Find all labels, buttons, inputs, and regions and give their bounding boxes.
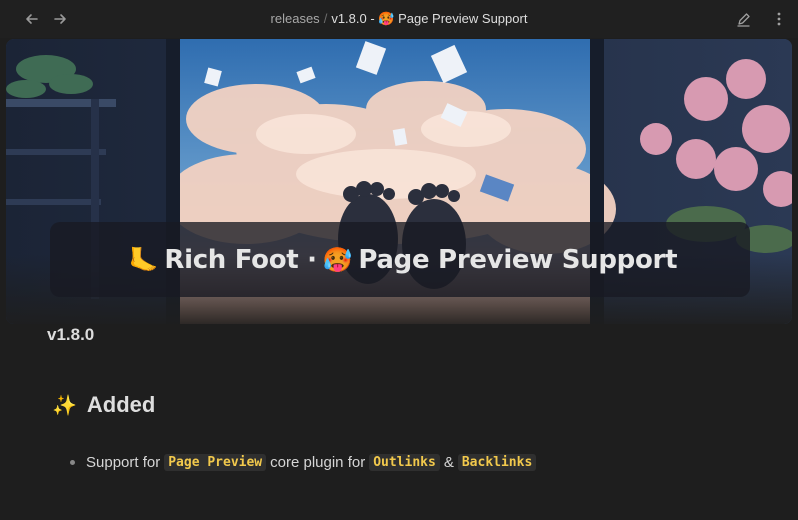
list-text-3: & [443, 454, 454, 471]
added-heading: ✨ Added [52, 392, 155, 418]
bullet-dot [70, 460, 75, 465]
breadcrumb-parent[interactable]: releases [271, 11, 320, 26]
banner-title-part2: Page Preview Support [358, 244, 678, 275]
banner-title-box: 🦶 Rich Foot · 🥵 Page Preview Support [50, 222, 750, 297]
inline-code-backlinks: Backlinks [457, 454, 537, 471]
foot-emoji: 🦶 [128, 245, 159, 274]
banner-title-part1: Rich Foot · [164, 244, 317, 275]
title-bar: releases / v1.8.0 - 🥵 Page Preview Support [0, 0, 798, 38]
sparkles-icon: ✨ [52, 394, 77, 417]
inline-code-page-preview: Page Preview [164, 454, 267, 471]
breadcrumb: releases / v1.8.0 - 🥵 Page Preview Support [0, 11, 798, 27]
inline-code-outlinks: Outlinks [369, 454, 440, 471]
list-text-1: Support for [86, 454, 161, 471]
list-text-2: core plugin for [270, 454, 366, 471]
breadcrumb-separator: / [323, 11, 328, 26]
added-heading-text: Added [86, 392, 156, 417]
banner-image: 🦶 Rich Foot · 🥵 Page Preview Support [6, 39, 792, 324]
list-item: Support for Page Preview core plugin for… [70, 454, 540, 471]
breadcrumb-current[interactable]: v1.8.0 - 🥵 Page Preview Support [331, 11, 527, 26]
hot-face-emoji: 🥵 [322, 245, 353, 274]
pencil-icon[interactable] [733, 9, 753, 29]
more-vertical-icon[interactable] [769, 9, 789, 29]
version-heading: v1.8.0 [47, 325, 95, 344]
banner-title: 🦶 Rich Foot · 🥵 Page Preview Support [123, 244, 678, 275]
